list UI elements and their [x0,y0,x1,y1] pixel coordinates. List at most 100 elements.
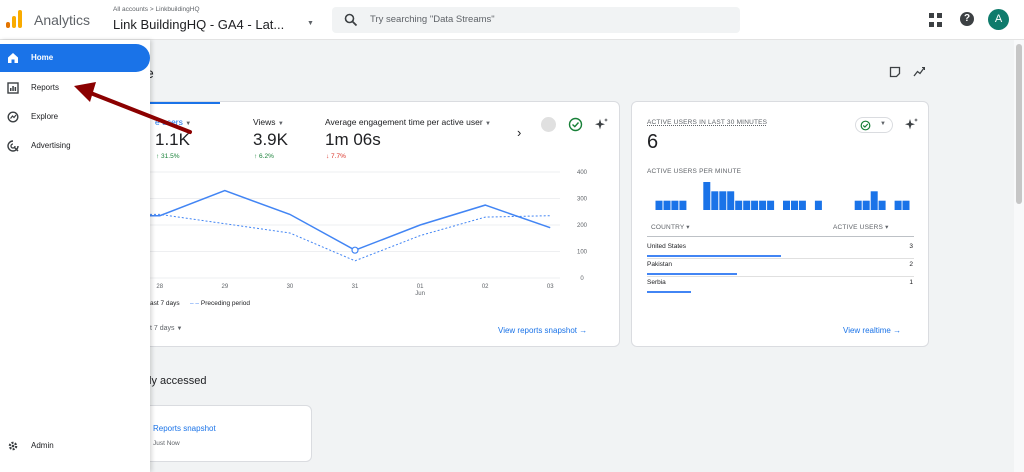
per-minute-bar-chart [655,182,910,210]
sidebar-item-home[interactable]: Home [0,44,150,72]
metric-delta: ↓ 7.7% [326,153,346,160]
annotation-arrow [74,82,192,134]
search-placeholder: Try searching "Data Streams" [370,14,495,25]
per-minute-bar [727,191,735,210]
country-bar [647,291,692,293]
chevron-right-icon[interactable]: › [517,125,521,140]
account-breadcrumb[interactable]: All accounts > LinkbuildingHQ [113,6,200,13]
divider [647,258,914,259]
series-line-current [150,189,551,252]
advertising-icon [7,140,19,152]
metric-value: 1m 06s [325,130,381,149]
country-bar [647,255,781,257]
property-selector[interactable]: Link BuildingHQ - GA4 - Lat... [113,17,284,32]
y-tick-label: 400 [577,170,588,176]
sidebar-item-label: Explore [31,112,59,121]
x-tick-label: 02 [482,284,489,290]
search-icon [344,13,358,27]
per-minute-bar [814,200,822,210]
chevron-down-icon: ▼ [880,121,886,127]
y-tick-label: 200 [577,223,588,229]
sidebar-item-label: Advertising [31,141,71,150]
avatar[interactable]: A [988,9,1009,30]
metric-delta: ↑ 31.5% [156,153,180,160]
per-minute-bar [878,200,886,210]
trending-icon[interactable] [913,66,925,78]
country-value: 2 [909,261,913,268]
top-bar: Analytics All accounts > LinkbuildingHQ … [0,0,1024,40]
metric-delta: ↑ 6.2% [254,153,274,160]
recent-item-title[interactable]: Reports snapshot [153,424,216,433]
per-minute-bar [655,200,663,210]
date-range-selector[interactable]: t 7 days ▼ [150,325,182,332]
recently-accessed-title: tly accessed [146,375,207,387]
realtime-status-chip[interactable]: ▼ [855,117,893,133]
sparkle-icon[interactable] [904,117,919,132]
per-minute-bar [703,182,711,210]
insights-note-icon[interactable] [889,66,901,78]
per-minute-bar [759,200,767,210]
country-name: Serbia [647,279,666,286]
metric-tab-engagement-time[interactable]: Average engagement time per active user … [325,117,491,127]
y-tick-label: 100 [577,250,588,256]
country-value: 3 [909,243,913,250]
legend-current: ast 7 days [150,300,180,307]
explore-icon [7,111,19,123]
data-point [351,246,359,254]
per-minute-bar [783,200,790,210]
check-circle-icon [860,120,871,131]
sidebar-item-label: Admin [31,441,54,450]
x-tick-label: 01 [417,284,424,290]
per-minute-bar [798,200,806,210]
per-minute-bar [870,191,878,210]
gear-icon [8,441,18,451]
column-country[interactable]: COUNTRY ▾ [651,223,690,231]
x-tick-label: 28 [156,284,163,290]
chevron-down-icon[interactable]: ▼ [307,20,314,27]
x-tick-label: 30 [287,284,294,290]
x-tick-label: 03 [547,284,554,290]
divider [647,276,914,277]
legend-previous: ‒ ‒ Preceding period [190,300,251,307]
y-tick-label: 300 [577,197,588,203]
view-realtime-link[interactable]: View realtime → [843,326,901,335]
per-minute-bar [854,200,862,210]
x-tick-label: 29 [221,284,228,290]
realtime-title: ACTIVE USERS IN LAST 30 MINUTES [647,119,768,126]
country-name: United States [647,243,687,250]
x-tick-label: 31 [352,284,359,290]
app-name: Analytics [34,12,91,28]
per-minute-bar [679,200,687,210]
search-input[interactable]: Try searching "Data Streams" [332,7,740,33]
per-minute-bar [902,200,910,210]
view-reports-snapshot-link[interactable]: View reports snapshot → [498,326,587,335]
per-minute-label: ACTIVE USERS PER MINUTE [647,168,742,175]
divider [647,236,914,237]
analytics-logo-icon[interactable] [6,10,22,28]
sidebar-item-admin[interactable]: Admin [0,432,150,460]
x-tick-label: Jun [415,291,425,297]
apps-grid-icon[interactable] [929,13,943,27]
per-minute-bar [894,200,902,210]
compare-icon[interactable] [541,117,556,132]
column-active-users[interactable]: ACTIVE USERS ▾ [833,223,889,231]
sparkle-icon[interactable] [594,117,609,132]
help-icon[interactable]: ? [960,12,974,26]
check-circle-icon[interactable] [568,117,583,132]
recent-item-time: Just Now [153,440,180,447]
scrollbar-thumb[interactable] [1016,44,1022,204]
sidebar-item-label: Home [31,53,54,62]
per-minute-bar [663,200,671,210]
reports-icon [7,82,19,94]
sidebar-item-label: Reports [31,83,60,92]
metric-tab-views[interactable]: Views ▼ [253,117,284,127]
country-name: Pakistan [647,261,672,268]
per-minute-bar [743,200,751,210]
series-line-previous [150,213,551,262]
per-minute-bar [671,200,679,210]
realtime-value: 6 [647,131,659,153]
per-minute-bar [711,191,719,210]
country-bar [647,273,737,275]
line-chart: 400 300 200 100 0 28 29 30 31 01Jun 02 03 [150,170,588,297]
home-icon [8,53,18,63]
